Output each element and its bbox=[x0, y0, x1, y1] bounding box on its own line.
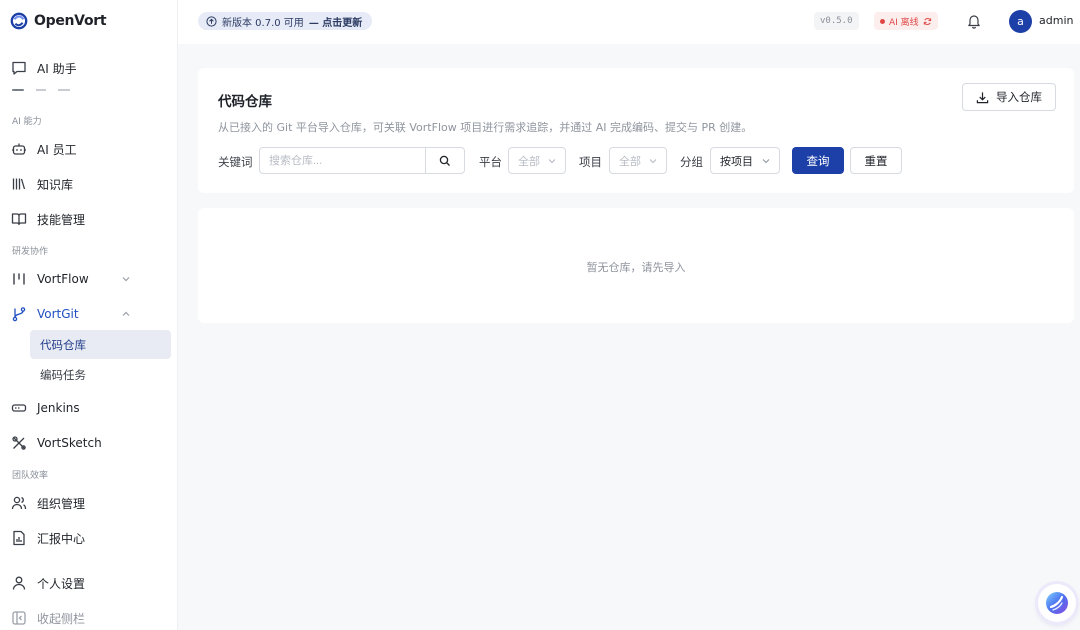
sidebar-item-ai-staff[interactable]: AI 员工 bbox=[10, 134, 170, 164]
section-ai: AI 能力 bbox=[12, 117, 42, 127]
sidebar-item-label: 技能管理 bbox=[37, 212, 86, 227]
page-title: 代码仓库 bbox=[218, 94, 272, 110]
bell-icon[interactable] bbox=[966, 13, 982, 29]
project-value: 全部 bbox=[619, 154, 641, 168]
library-icon bbox=[10, 176, 27, 193]
section-dev: 研发协作 bbox=[12, 247, 49, 257]
update-text: 新版本 0.7.0 可用 bbox=[222, 17, 304, 29]
platform-select[interactable]: 全部 bbox=[508, 147, 566, 174]
sidebar-item-label: 知识库 bbox=[37, 177, 74, 192]
sidebar-subitem-tasks[interactable]: 编码任务 bbox=[30, 360, 171, 389]
update-link[interactable]: — 点击更新 bbox=[309, 14, 362, 29]
user-icon bbox=[10, 575, 27, 592]
sidebar-item-label: 个人设置 bbox=[37, 576, 86, 591]
sidebar-item-label: VortFlow bbox=[37, 272, 89, 286]
page-description: 从已接入的 Git 平台导入仓库，可关联 VortFlow 项目进行需求追踪，并… bbox=[218, 121, 753, 134]
sidebar-item-label: 汇报中心 bbox=[37, 531, 86, 546]
project-label: 项目 bbox=[579, 155, 602, 169]
chevron-up-icon bbox=[122, 311, 130, 316]
chat-icon bbox=[10, 60, 27, 77]
assistant-orb-icon bbox=[1046, 592, 1068, 614]
search-field bbox=[259, 147, 465, 174]
sidebar-item-org[interactable]: 组织管理 bbox=[10, 488, 170, 518]
robot-icon bbox=[10, 141, 27, 158]
ai-status-text: AI 离线 bbox=[889, 17, 919, 28]
search-input[interactable] bbox=[260, 148, 426, 173]
search-button[interactable] bbox=[425, 148, 464, 173]
sidebar-item-skills[interactable]: 技能管理 bbox=[10, 204, 170, 234]
chevron-down-icon bbox=[548, 158, 556, 163]
sidebar-item-reports[interactable]: 汇报中心 bbox=[10, 523, 170, 553]
ai-assistant-fab[interactable] bbox=[1038, 584, 1076, 622]
logo[interactable]: OpenVort bbox=[10, 10, 107, 32]
sidebar-item-label: 收起侧栏 bbox=[37, 611, 86, 626]
chevron-down-icon bbox=[649, 158, 657, 163]
sidebar-item-label: VortGit bbox=[37, 307, 79, 321]
sidebar-item-personal[interactable]: 个人设置 bbox=[10, 568, 170, 598]
download-icon bbox=[976, 91, 989, 103]
sidebar-item-label: 组织管理 bbox=[37, 496, 86, 511]
platform-label: 平台 bbox=[479, 155, 502, 169]
sidebar-item-label: AI 员工 bbox=[37, 142, 77, 157]
ai-status-badge[interactable]: AI 离线 bbox=[874, 12, 938, 30]
project-select[interactable]: 全部 bbox=[609, 147, 667, 174]
sidebar-item-vortsketch[interactable]: VortSketch bbox=[10, 428, 170, 458]
top-header: 新版本 0.7.0 可用 — 点击更新 v0.5.0 AI 离线 a admin bbox=[178, 0, 1080, 44]
import-repo-button[interactable]: 导入仓库 bbox=[962, 83, 1056, 111]
version-badge: v0.5.0 bbox=[814, 12, 859, 30]
sidebar-item-vortgit[interactable]: VortGit bbox=[10, 299, 170, 329]
chevron-down-icon bbox=[122, 277, 130, 282]
sidebar-item-knowledge[interactable]: 知识库 bbox=[10, 169, 170, 199]
server-icon bbox=[10, 400, 27, 417]
update-banner[interactable]: 新版本 0.7.0 可用 — 点击更新 bbox=[198, 12, 373, 30]
sidebar: OpenVort AI 助手 AI 能力 AI 员工 知识库 技能管理 研发协作… bbox=[0, 0, 178, 630]
app-name: OpenVort bbox=[34, 13, 107, 29]
chevron-down-icon bbox=[762, 158, 770, 163]
query-button[interactable]: 查询 bbox=[792, 147, 844, 174]
kanban-icon bbox=[10, 271, 27, 288]
sidebar-item-label: VortSketch bbox=[37, 436, 102, 450]
username[interactable]: admin bbox=[1039, 14, 1073, 27]
empty-state-text: 暂无仓库，请先导入 bbox=[586, 261, 686, 274]
platform-value: 全部 bbox=[518, 154, 540, 168]
refresh-icon[interactable] bbox=[923, 17, 932, 26]
repo-filter-card: 代码仓库 从已接入的 Git 平台导入仓库，可关联 VortFlow 项目进行需… bbox=[198, 68, 1074, 193]
git-branch-icon bbox=[10, 306, 27, 323]
reset-button[interactable]: 重置 bbox=[850, 147, 902, 174]
section-team: 团队效率 bbox=[12, 471, 49, 481]
book-open-icon bbox=[10, 211, 27, 228]
sidebar-item-label: Jenkins bbox=[37, 401, 80, 415]
report-icon bbox=[10, 530, 27, 547]
avatar[interactable]: a bbox=[1009, 10, 1032, 33]
group-label: 分组 bbox=[680, 155, 703, 169]
collapse-sidebar-icon bbox=[10, 610, 27, 627]
sidebar-item-ai-assistant[interactable]: AI 助手 bbox=[10, 53, 170, 83]
design-tools-icon bbox=[10, 435, 27, 452]
sidebar-item-vortflow[interactable]: VortFlow bbox=[10, 264, 170, 294]
repo-list-card: 暂无仓库，请先导入 bbox=[198, 208, 1074, 323]
search-icon bbox=[439, 155, 451, 166]
keyword-label: 关键词 bbox=[218, 155, 253, 169]
sidebar-item-clipped bbox=[10, 86, 80, 94]
status-dot bbox=[880, 18, 885, 24]
import-repo-label: 导入仓库 bbox=[996, 90, 1042, 104]
arrow-up-circle-icon bbox=[206, 15, 217, 27]
group-select[interactable]: 按项目 bbox=[710, 147, 780, 174]
sidebar-subitem-repos[interactable]: 代码仓库 bbox=[30, 330, 171, 359]
openvort-logo-icon bbox=[10, 12, 28, 30]
users-icon bbox=[10, 495, 27, 512]
group-value: 按项目 bbox=[720, 154, 753, 168]
sidebar-item-label: AI 助手 bbox=[37, 61, 77, 76]
sidebar-item-jenkins[interactable]: Jenkins bbox=[10, 393, 170, 423]
sidebar-collapse-button[interactable]: 收起侧栏 bbox=[10, 603, 170, 630]
